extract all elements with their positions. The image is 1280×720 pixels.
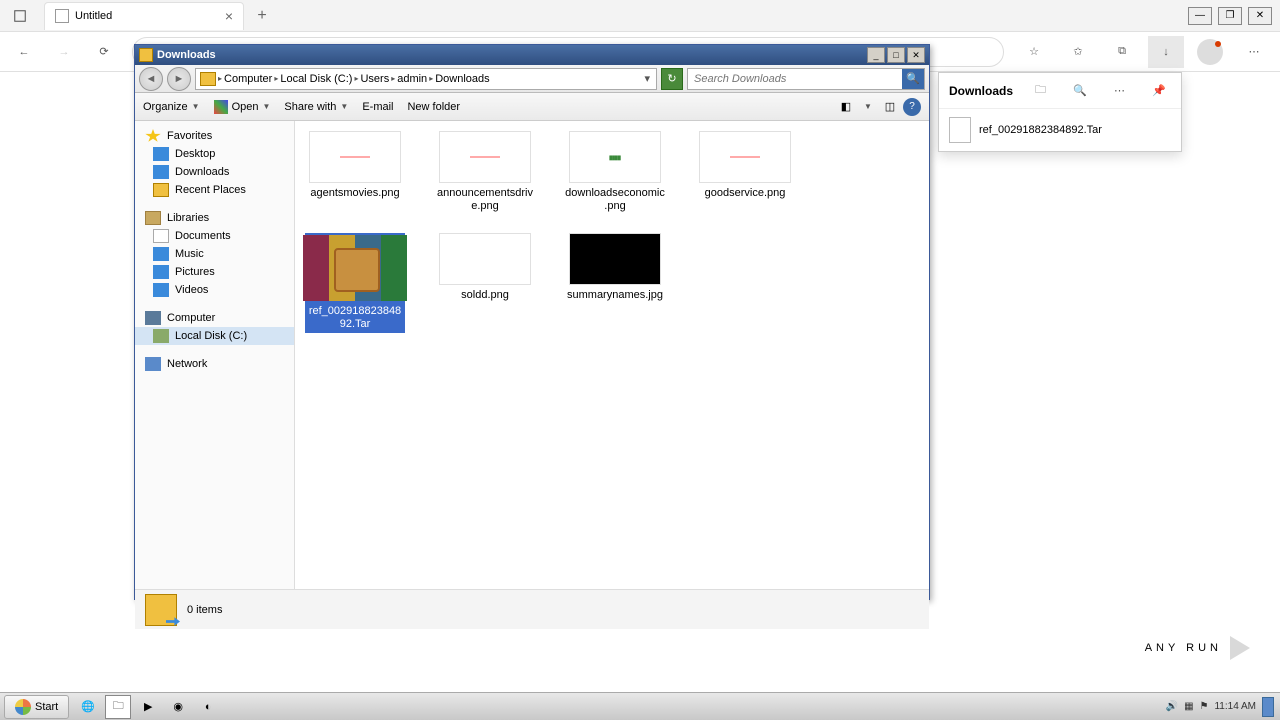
download-item[interactable]: ref_0029188238489​2.Tar (939, 109, 1181, 151)
file-item[interactable]: agentsmovies.png (305, 131, 405, 213)
browser-tab[interactable]: Untitled × (44, 2, 244, 30)
taskbar-explorer-icon[interactable]: 🗀 (105, 695, 131, 719)
maximize-button[interactable]: ❐ (1218, 7, 1242, 25)
open-menu[interactable]: Open▼ (214, 100, 271, 114)
avatar-icon (1197, 39, 1223, 65)
taskbar: Start 🌐 🗀 ▶ ◉ ◐ 🔊 ▦ ⚑ 11:14 AM (0, 692, 1280, 720)
chevron-down-icon[interactable]: ▾ (640, 72, 654, 85)
search-input[interactable] (688, 73, 902, 85)
tray-clock[interactable]: 11:14 AM (1214, 701, 1256, 712)
download-filename: ref_0029188238489​2.Tar (979, 124, 1171, 136)
explorer-file-pane[interactable]: agentsmovies.png announcementsdrive.png … (295, 121, 929, 589)
explorer-address-bar: ◄ ► ▸Computer ▸Local Disk (C:) ▸Users ▸a… (135, 65, 929, 93)
start-button[interactable]: Start (4, 695, 69, 719)
refresh-button[interactable]: ⟳ (88, 36, 120, 68)
nav-downloads[interactable]: Downloads (135, 163, 294, 181)
system-tray: 🔊 ▦ ⚑ 11:14 AM (1160, 697, 1280, 717)
new-folder-button[interactable]: New folder (407, 101, 460, 113)
explorer-nav-pane: Favorites Desktop Downloads Recent Place… (135, 121, 295, 589)
search-go-button[interactable]: 🔍 (902, 69, 924, 89)
more-icon[interactable]: ⋯ (1107, 84, 1131, 97)
folder-icon (200, 72, 216, 86)
tab-close-button[interactable]: × (225, 8, 233, 24)
forward-button[interactable]: → (48, 36, 80, 68)
nav-pictures[interactable]: Pictures (135, 263, 294, 281)
nav-desktop[interactable]: Desktop (135, 145, 294, 163)
collections-button[interactable]: ⧉ (1104, 36, 1140, 68)
minimize-button[interactable]: — (1188, 7, 1212, 25)
explorer-minimize[interactable]: _ (867, 47, 885, 63)
nav-computer[interactable]: Computer (135, 309, 294, 327)
show-desktop-button[interactable] (1262, 697, 1274, 717)
back-button[interactable]: ← (8, 36, 40, 68)
page-icon (55, 9, 69, 23)
tray-flag-icon[interactable]: ⚑ (1200, 701, 1209, 712)
app-icon (214, 100, 228, 114)
explorer-close[interactable]: ✕ (907, 47, 925, 63)
nav-forward-button[interactable]: ► (167, 67, 191, 91)
explorer-status-bar: 0 items (135, 589, 929, 629)
nav-videos[interactable]: Videos (135, 281, 294, 299)
windows-orb-icon (15, 699, 31, 715)
folder-icon (139, 48, 153, 62)
nav-favorites[interactable]: Favorites (135, 127, 294, 145)
help-button[interactable]: ? (903, 98, 921, 116)
status-text: 0 items (187, 604, 222, 616)
nav-libraries[interactable]: Libraries (135, 209, 294, 227)
taskbar-edge-icon[interactable]: ◐ (195, 695, 221, 719)
profile-button[interactable] (1192, 36, 1228, 68)
file-item-selected[interactable]: ref_0029188238489​2.Tar (305, 233, 405, 333)
email-button[interactable]: E-mail (362, 101, 393, 113)
taskbar-media-icon[interactable]: ▶ (135, 695, 161, 719)
nav-documents[interactable]: Documents (135, 227, 294, 245)
taskbar-chrome-icon[interactable]: ◉ (165, 695, 191, 719)
downloads-popup: Downloads 🗀 🔍 ⋯ 📌 ref_0029188238489​2.Ta… (938, 72, 1182, 152)
share-menu[interactable]: Share with▼ (284, 101, 348, 113)
tab-title: Untitled (75, 10, 112, 22)
read-aloud-button[interactable]: ☆ (1016, 36, 1052, 68)
browser-tab-strip: Untitled × + — ❐ ✕ (0, 0, 1280, 32)
file-item[interactable]: summarynames.jpg (565, 233, 665, 333)
preview-pane-button[interactable]: ◫ (881, 98, 899, 116)
file-item[interactable]: announcementsdrive.png (435, 131, 535, 213)
nav-back-button[interactable]: ◄ (139, 67, 163, 91)
downloads-button[interactable]: ↓ (1148, 36, 1184, 68)
organize-menu[interactable]: Organize▼ (143, 101, 200, 113)
refresh-button[interactable]: ↻ (661, 68, 683, 90)
menu-button[interactable]: ⋯ (1236, 36, 1272, 68)
file-icon (949, 117, 971, 143)
nav-network[interactable]: Network (135, 355, 294, 373)
search-box[interactable]: 🔍 (687, 68, 925, 90)
taskbar-ie-icon[interactable]: 🌐 (75, 695, 101, 719)
explorer-window: Downloads _ □ ✕ ◄ ► ▸Computer ▸Local Dis… (134, 44, 930, 600)
open-folder-icon[interactable]: 🗀 (1029, 81, 1053, 100)
nav-localdisk[interactable]: Local Disk (C:) (135, 327, 294, 345)
nav-music[interactable]: Music (135, 245, 294, 263)
new-tab-button[interactable]: + (248, 2, 276, 30)
file-item[interactable]: ████downloadseconomic.png (565, 131, 665, 213)
favorites-button[interactable]: ✩ (1060, 36, 1096, 68)
search-icon[interactable]: 🔍 (1068, 84, 1092, 97)
view-button[interactable]: ◧ (837, 98, 855, 116)
tray-network-icon[interactable]: ▦ (1184, 701, 1193, 712)
file-item[interactable]: soldd.png (435, 233, 535, 333)
file-item[interactable]: goodservice.png (695, 131, 795, 213)
watermark: ANY RUN (1145, 636, 1250, 660)
close-button[interactable]: ✕ (1248, 7, 1272, 25)
nav-recent[interactable]: Recent Places (135, 181, 294, 199)
explorer-titlebar[interactable]: Downloads _ □ ✕ (135, 45, 929, 65)
window-controls: — ❐ ✕ (1188, 7, 1280, 25)
folder-icon (145, 594, 177, 626)
tray-sound-icon[interactable]: 🔊 (1166, 701, 1178, 712)
tab-actions-button[interactable] (0, 0, 40, 32)
breadcrumb[interactable]: ▸Computer ▸Local Disk (C:) ▸Users ▸admin… (195, 68, 657, 90)
explorer-maximize[interactable]: □ (887, 47, 905, 63)
pin-icon[interactable]: 📌 (1147, 84, 1171, 97)
explorer-toolbar: Organize▼ Open▼ Share with▼ E-mail New f… (135, 93, 929, 121)
downloads-popup-title: Downloads (949, 84, 1013, 98)
explorer-title: Downloads (157, 49, 216, 61)
